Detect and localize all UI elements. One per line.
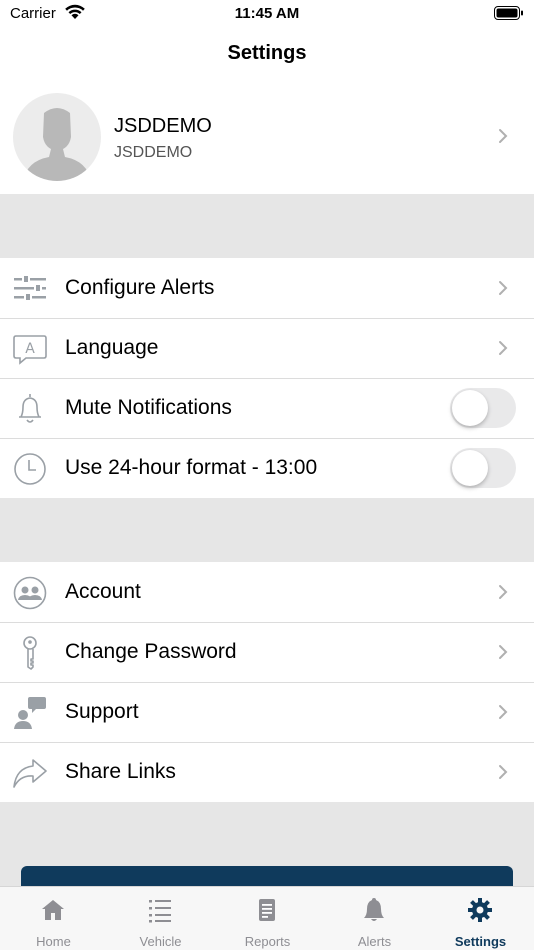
tab-label: Vehicle bbox=[139, 934, 182, 949]
home-icon bbox=[42, 900, 64, 920]
profile-name: JSDDEMO bbox=[114, 115, 212, 137]
sliders-icon bbox=[14, 276, 46, 300]
key-icon bbox=[23, 636, 37, 670]
person-placeholder-icon bbox=[23, 108, 91, 181]
chevron-right-icon bbox=[499, 645, 508, 659]
row-share-links[interactable]: Share Links bbox=[0, 742, 534, 802]
tab-label: Alerts bbox=[357, 934, 392, 949]
chevron-right-icon bbox=[499, 129, 508, 143]
tab-vehicle[interactable]: Vehicle bbox=[107, 887, 214, 950]
language-icon: A bbox=[13, 335, 47, 365]
page-title: Settings bbox=[227, 42, 307, 64]
row-support[interactable]: Support bbox=[0, 682, 534, 742]
row-account[interactable]: Account bbox=[0, 562, 534, 622]
chevron-right-icon bbox=[499, 765, 508, 779]
tab-label: Reports bbox=[244, 934, 291, 949]
mute-notifications-toggle[interactable] bbox=[450, 388, 516, 428]
chevron-right-icon bbox=[499, 705, 508, 719]
avatar bbox=[13, 93, 101, 181]
list-icon bbox=[149, 900, 171, 923]
battery-icon bbox=[494, 6, 523, 20]
clock-icon bbox=[14, 453, 46, 485]
settings-group-account: Account Change Password Support Share Li bbox=[0, 562, 534, 802]
profile-subtitle: JSDDEMO bbox=[114, 144, 193, 161]
row-label: Account bbox=[65, 580, 141, 603]
share-icon bbox=[13, 759, 47, 788]
chevron-right-icon bbox=[499, 341, 508, 355]
row-label: Mute Notifications bbox=[65, 396, 232, 419]
row-configure-alerts[interactable]: Configure Alerts bbox=[0, 258, 534, 318]
row-label: Change Password bbox=[65, 640, 237, 663]
tab-home[interactable]: Home bbox=[0, 887, 107, 950]
tab-alerts[interactable]: Alerts bbox=[321, 887, 428, 950]
bell-icon bbox=[364, 898, 384, 921]
row-change-password[interactable]: Change Password bbox=[0, 622, 534, 682]
toggle-knob bbox=[452, 450, 488, 486]
tab-label: Settings bbox=[454, 934, 507, 949]
row-label: Use 24-hour format - 13:00 bbox=[65, 456, 318, 479]
row-language[interactable]: A Language bbox=[0, 318, 534, 378]
reports-icon bbox=[259, 899, 275, 921]
toggle-knob bbox=[452, 390, 488, 426]
people-icon bbox=[13, 576, 47, 610]
tab-reports[interactable]: Reports bbox=[214, 887, 321, 950]
tab-label: Home bbox=[36, 934, 71, 949]
chevron-right-icon bbox=[499, 281, 508, 295]
settings-group-preferences: Configure Alerts A Language Mute Notific… bbox=[0, 258, 534, 498]
row-label: Share Links bbox=[65, 760, 176, 783]
row-24-hour-format: Use 24-hour format - 13:00 bbox=[0, 438, 534, 498]
tab-settings[interactable]: Settings bbox=[427, 887, 534, 950]
24-hour-format-toggle[interactable] bbox=[450, 448, 516, 488]
bell-icon bbox=[19, 394, 41, 423]
navigation-bar: Settings bbox=[0, 28, 534, 80]
status-bar: Carrier 11:45 AM bbox=[0, 0, 534, 28]
support-icon bbox=[14, 697, 46, 729]
status-time: 11:45 AM bbox=[234, 5, 300, 22]
row-mute-notifications: Mute Notifications bbox=[0, 378, 534, 438]
chevron-right-icon bbox=[499, 585, 508, 599]
profile-row[interactable]: JSDDEMO JSDDEMO bbox=[0, 80, 534, 194]
gear-icon bbox=[468, 898, 492, 922]
row-label: Support bbox=[65, 700, 139, 723]
tab-bar: Home Vehicle Reports Alerts Settings bbox=[0, 886, 534, 950]
svg-text:A: A bbox=[25, 341, 35, 357]
row-label: Configure Alerts bbox=[65, 276, 215, 299]
row-label: Language bbox=[65, 336, 159, 359]
